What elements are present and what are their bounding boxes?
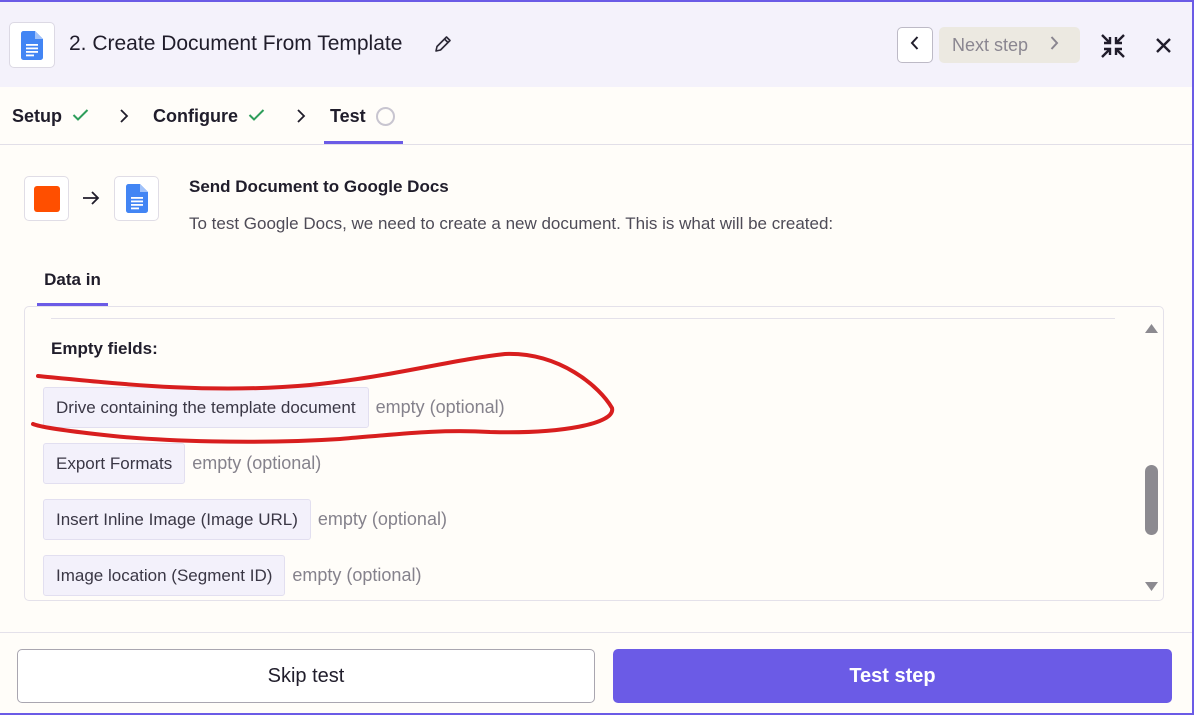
data-in-panel[interactable]: Empty fields: Drive containing the templ… [24,306,1164,601]
tab-setup[interactable]: Setup [12,106,89,127]
google-docs-icon [114,176,159,221]
tab-setup-label: Setup [12,106,63,126]
chevron-left-icon [909,35,921,56]
next-step-label: Next step [952,34,1029,55]
chevron-right-icon [1048,35,1060,56]
zapier-trigger-icon [24,176,69,221]
chevron-right-icon [119,109,129,128]
collapse-icon[interactable] [1100,33,1126,64]
field-value: empty (optional) [192,453,322,473]
google-docs-icon [9,22,55,68]
scrollbar-thumb[interactable] [1145,465,1158,535]
field-name-chip: Image location (Segment ID) [43,555,286,596]
footer: Skip test Test step [0,632,1192,713]
chevron-right-icon [296,109,306,128]
tab-data-in-label: Data in [44,270,101,289]
field-row: Image location (Segment ID) empty (optio… [43,555,421,596]
tab-data-in[interactable]: Data in [37,260,108,306]
next-step-button[interactable]: Next step [939,27,1080,63]
step-editor-panel: 2. Create Document From Template Next st… [0,2,1192,713]
incomplete-circle-icon [375,107,395,126]
stepper: Setup Configure Test [0,87,1192,145]
field-value: empty (optional) [317,509,447,529]
active-tab-indicator [324,141,403,144]
test-step-button[interactable]: Test step [613,649,1172,703]
pencil-icon[interactable] [434,35,452,58]
tab-test[interactable]: Test [330,106,395,127]
field-value: empty (optional) [375,397,505,417]
field-name-chip: Drive containing the template document [43,387,369,428]
field-name-chip: Export Formats [43,443,186,484]
tab-configure[interactable]: Configure [153,106,265,127]
checkmark-icon [248,106,265,127]
field-row: Drive containing the template document e… [43,387,505,428]
skip-test-button[interactable]: Skip test [17,649,595,703]
section-description: To test Google Docs, we need to create a… [189,214,834,233]
section-title: Send Document to Google Docs [189,177,449,196]
scroll-down-arrow-icon[interactable] [1144,579,1159,597]
tab-configure-label: Configure [153,106,238,126]
field-value: empty (optional) [292,565,422,585]
field-row: Insert Inline Image (Image URL) empty (o… [43,499,447,540]
divider [51,318,1115,319]
tab-test-label: Test [330,106,366,126]
close-icon[interactable] [1155,37,1172,59]
scroll-up-arrow-icon[interactable] [1144,321,1159,339]
step-title: 2. Create Document From Template [69,32,403,55]
checkmark-icon [72,106,89,127]
field-name-chip: Insert Inline Image (Image URL) [43,499,311,540]
field-row: Export Formats empty (optional) [43,443,321,484]
previous-step-button[interactable] [897,27,933,63]
empty-fields-heading: Empty fields: [51,339,158,358]
arrow-right-icon [82,190,100,211]
header: 2. Create Document From Template Next st… [0,2,1192,87]
